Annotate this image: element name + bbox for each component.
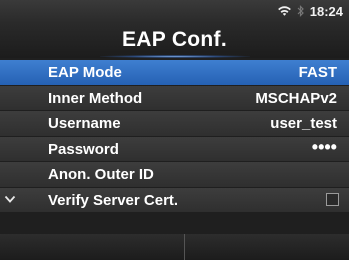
page-title: EAP Conf.: [122, 28, 227, 51]
status-bar: 18:24: [277, 3, 343, 19]
softkey-right-button[interactable]: [185, 234, 349, 260]
menu-item-value: user_test: [270, 115, 337, 132]
menu-item-value: MSCHAPv2: [255, 89, 337, 107]
bluetooth-icon: [297, 5, 304, 17]
menu-item-label: EAP Mode: [48, 64, 122, 81]
menu-item-label: Anon. Outer ID: [48, 166, 154, 183]
menu-item-anon-outer-id[interactable]: Anon. Outer ID: [0, 162, 349, 187]
menu-item-eap-mode[interactable]: EAP Mode FAST: [0, 60, 349, 85]
menu-item-verify-server-cert[interactable]: Verify Server Cert.: [0, 187, 349, 212]
menu-item-label: Verify Server Cert.: [48, 191, 179, 209]
softkey-left-button[interactable]: [0, 234, 185, 260]
menu-item-password[interactable]: Password ••••: [0, 136, 349, 161]
softkey-bar: [0, 234, 349, 260]
menu-item-label: Username: [48, 115, 121, 132]
settings-menu: EAP Mode FAST Inner Method MSCHAPv2 User…: [0, 60, 349, 213]
verify-cert-checkbox[interactable]: [326, 192, 339, 206]
chevron-down-icon: [4, 195, 16, 203]
password-mask: ••••: [311, 136, 337, 157]
menu-item-label: Inner Method: [48, 89, 143, 107]
clock-time: 18:24: [309, 3, 343, 19]
menu-item-value: FAST: [298, 64, 337, 81]
wifi-icon: [277, 6, 291, 16]
title-underline: [100, 55, 250, 58]
menu-item-inner-method[interactable]: Inner Method MSCHAPv2: [0, 85, 349, 110]
header-bar: 18:24 EAP Conf.: [0, 0, 349, 58]
menu-item-username[interactable]: Username user_test: [0, 111, 349, 136]
screen: 18:24 EAP Conf. EAP Mode FAST Inner Meth…: [0, 0, 349, 260]
menu-item-label: Password: [48, 140, 119, 158]
